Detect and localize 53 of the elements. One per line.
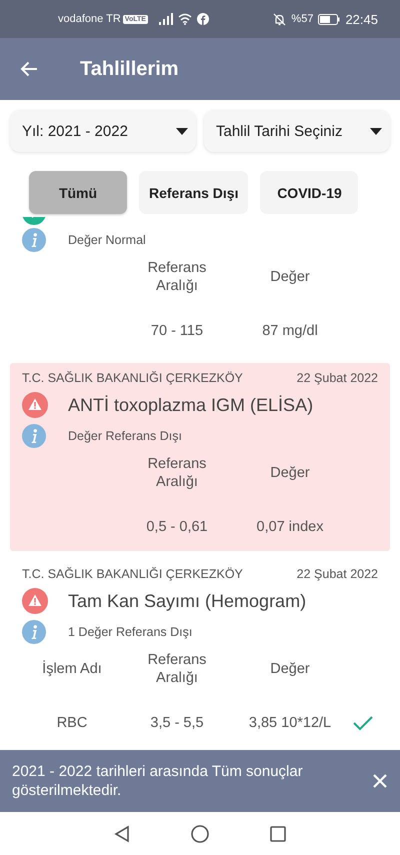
home-circle-button[interactable] xyxy=(190,824,210,844)
table-cell-text: 0,07 index xyxy=(256,519,324,535)
test-date: 22 Şubat 2022 xyxy=(296,567,378,581)
table-cell-text: 70 - 115 xyxy=(150,323,204,339)
test-date: 22 Şubat 2022 xyxy=(296,371,378,385)
table-cell-text: 3,5 - 5,5 xyxy=(149,715,205,731)
column-header: Referans Aralığı xyxy=(146,259,208,295)
column-header: Referans Aralığı xyxy=(146,651,208,687)
table-cell-text: 0,5 - 0,61 xyxy=(145,519,209,535)
dropdown-caret-icon xyxy=(370,128,382,134)
test-name: ANTİ toxoplazma IGM (ELİSA) xyxy=(68,394,314,416)
recents-square-button[interactable] xyxy=(268,824,288,844)
clock: 22:45 xyxy=(345,12,378,26)
screen-title: Tahlillerim xyxy=(80,58,179,80)
battery-icon xyxy=(318,14,340,24)
filter-tab[interactable]: COVID-19 xyxy=(260,171,358,214)
muted-bell-icon xyxy=(273,12,286,26)
test-name: Tam Kan Sayımı (Hemogram) xyxy=(68,590,306,612)
back-triangle-icon xyxy=(112,824,132,844)
recents-square-icon xyxy=(268,824,288,844)
column-header: Referans Aralığı xyxy=(146,455,208,491)
facebook-icon xyxy=(196,13,209,25)
back-triangle-button[interactable] xyxy=(112,824,132,844)
back-arrow-icon xyxy=(20,61,38,77)
signal-icon xyxy=(158,13,173,25)
battery-percent: %57 xyxy=(291,13,314,25)
filter-tab[interactable]: Referans Dışı xyxy=(139,171,248,214)
column-header: İşlem Adı xyxy=(42,660,102,678)
column-header: Değer xyxy=(270,660,310,678)
info-icon xyxy=(22,620,46,644)
close-icon xyxy=(372,773,388,789)
home-circle-icon xyxy=(190,824,210,844)
result-note: Değer Referans Dışı xyxy=(68,429,182,443)
carrier-name: vodafone TR xyxy=(58,13,121,25)
info-icon xyxy=(22,424,46,448)
info-icon xyxy=(22,228,46,252)
lab-name: T.C. SAĞLIK BAKANLIĞI ÇERKEZKÖY xyxy=(22,567,243,581)
lab-name: T.C. SAĞLIK BAKANLIĞI ÇERKEZKÖY xyxy=(22,371,243,385)
filter-dropdown[interactable]: Yıl: 2021 - 2022 xyxy=(10,110,196,152)
table-cell-text: RBC xyxy=(56,715,88,731)
warning-icon xyxy=(22,392,48,418)
table-cell-text: 3,85 10*12/L xyxy=(248,715,332,731)
table-cell-text: 87 mg/dl xyxy=(261,323,319,339)
snackbar-message: 2021 - 2022 tarihleri arasında Tüm sonuçlar gösterilmektedir. xyxy=(12,762,304,800)
column-header: Değer xyxy=(270,464,310,482)
result-note: Değer Normal xyxy=(68,233,146,247)
result-note: 1 Değer Referans Dışı xyxy=(68,625,192,639)
filter-tab[interactable]: Tümü xyxy=(29,171,127,214)
warning-icon xyxy=(22,588,48,614)
wifi-icon xyxy=(178,13,192,25)
dropdown-caret-icon xyxy=(176,128,188,134)
filter-dropdown[interactable]: Tahlil Tarihi Seçiniz xyxy=(204,110,390,152)
column-header: Değer xyxy=(270,268,310,286)
